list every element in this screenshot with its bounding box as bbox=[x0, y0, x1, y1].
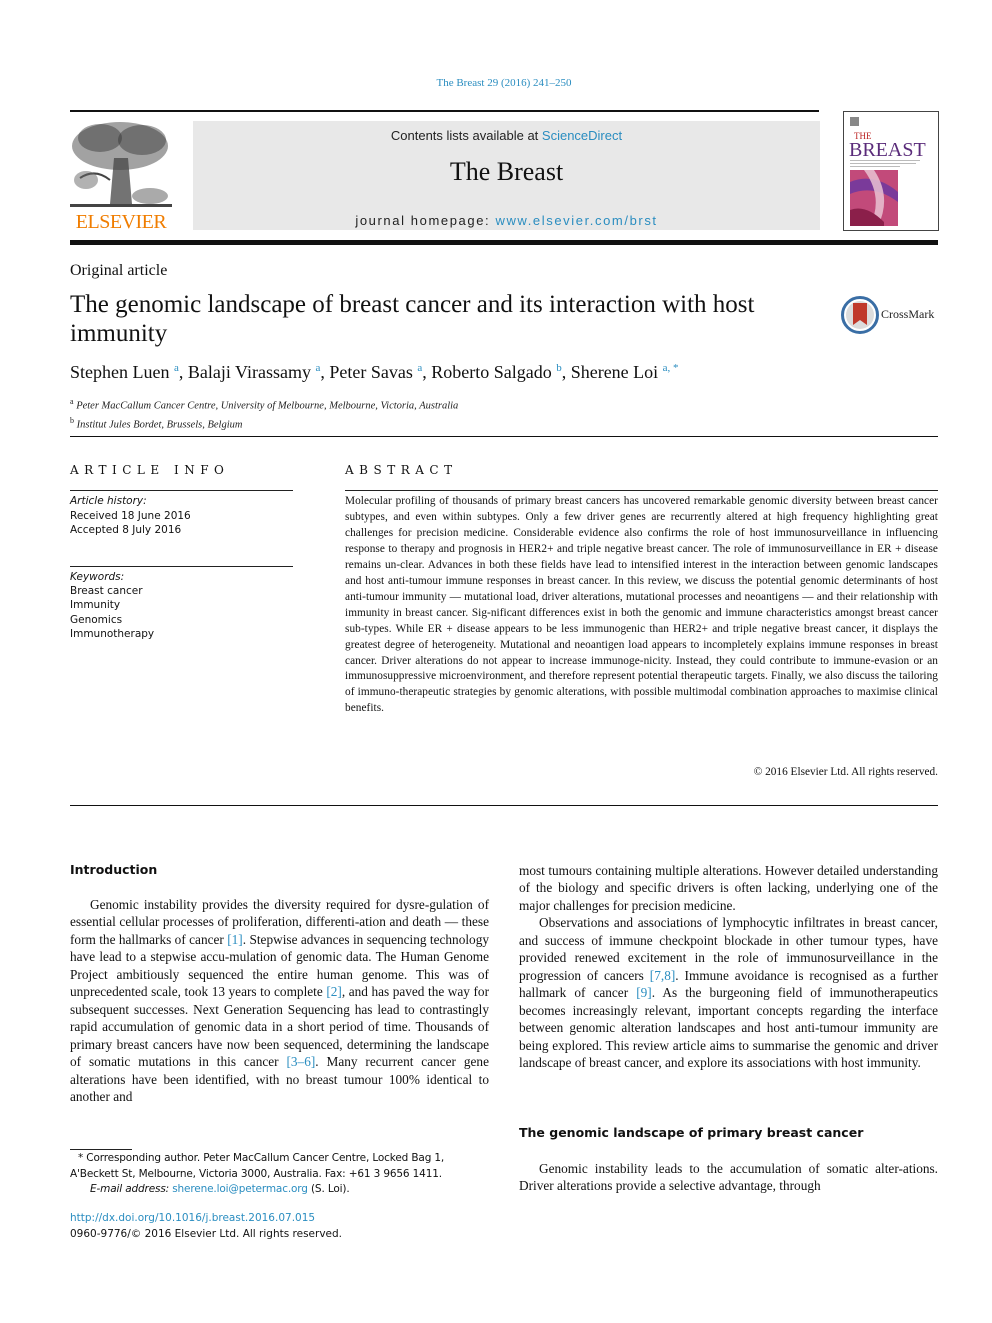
author-affil-mark[interactable]: a bbox=[315, 362, 320, 374]
author-affil-mark[interactable]: a, * bbox=[663, 362, 679, 374]
sciencedirect-link[interactable]: ScienceDirect bbox=[542, 128, 622, 143]
author[interactable]: Peter Savas a bbox=[329, 362, 422, 382]
footnotes: * Corresponding author. Peter MacCallum … bbox=[70, 1151, 489, 1198]
history-label: Article history: bbox=[70, 495, 147, 507]
paragraph: Genomic instability leads to the accumul… bbox=[519, 1161, 938, 1194]
contents-line: Contents lists available at ScienceDirec… bbox=[193, 128, 820, 143]
keyword: Immunity bbox=[70, 599, 121, 612]
homepage-link[interactable]: www.elsevier.com/brst bbox=[495, 213, 657, 228]
keywords: Keywords: Breast cancer Immunity Genomic… bbox=[70, 570, 154, 641]
body-column-right-continued: Genomic instability leads to the accumul… bbox=[519, 1160, 938, 1195]
keywords-rule bbox=[70, 566, 293, 567]
keyword: Breast cancer bbox=[70, 585, 143, 598]
title-rule bbox=[70, 436, 938, 437]
affiliations: a Peter MacCallum Cancer Centre, Univers… bbox=[70, 395, 458, 432]
citation-link[interactable]: [3–6] bbox=[286, 1054, 315, 1069]
affiliation: a Peter MacCallum Cancer Centre, Univers… bbox=[70, 395, 458, 414]
citation-link[interactable]: [7,8] bbox=[650, 968, 675, 983]
author-name: Peter Savas bbox=[329, 362, 413, 382]
elsevier-wordmark: ELSEVIER bbox=[75, 211, 167, 233]
abstract-text: Molecular profiling of thousands of prim… bbox=[345, 495, 938, 715]
affiliation: b Institut Jules Bordet, Brussels, Belgi… bbox=[70, 414, 458, 433]
homepage-prefix: journal homepage: bbox=[355, 213, 496, 228]
abstract-copyright: © 2016 Elsevier Ltd. All rights reserved… bbox=[753, 766, 938, 778]
author[interactable]: Sherene Loi a, * bbox=[571, 362, 679, 382]
abstract-rule bbox=[345, 490, 938, 491]
keyword: Genomics bbox=[70, 613, 123, 626]
doi-link[interactable]: http://dx.doi.org/10.1016/j.breast.2016.… bbox=[70, 1211, 342, 1227]
citation-link[interactable]: [9] bbox=[636, 985, 652, 1000]
journal-cover-thumbnail[interactable]: THE BREAST bbox=[843, 111, 939, 231]
section-heading-introduction: Introduction bbox=[70, 862, 158, 877]
journal-name: The Breast bbox=[449, 157, 564, 186]
crossmark-icon bbox=[841, 296, 879, 334]
author-name: Stephen Luen bbox=[70, 362, 170, 382]
doi-block: http://dx.doi.org/10.1016/j.breast.2016.… bbox=[70, 1211, 342, 1242]
author-affil-mark[interactable]: b bbox=[556, 362, 562, 374]
author[interactable]: Stephen Luen a bbox=[70, 362, 179, 382]
affiliation-key: b bbox=[70, 415, 74, 425]
section-heading-genomic-landscape: The genomic landscape of primary breast … bbox=[519, 1125, 864, 1140]
affiliation-text: Peter MacCallum Cancer Centre, Universit… bbox=[76, 400, 459, 412]
crossmark-label: CrossMark bbox=[881, 307, 935, 321]
author-name: Sherene Loi bbox=[570, 362, 659, 382]
journal-cover-image: THE BREAST bbox=[849, 117, 926, 226]
article-type: Original article bbox=[70, 262, 168, 279]
paragraph: Observations and associations of lymphoc… bbox=[519, 914, 938, 1071]
article-info-heading: ARTICLE INFO bbox=[70, 463, 230, 477]
journal-citation[interactable]: The Breast 29 (2016) 241–250 bbox=[0, 77, 992, 89]
author-name: Roberto Salgado bbox=[431, 362, 552, 382]
keywords-label: Keywords: bbox=[70, 571, 125, 583]
crossmark-button[interactable]: CrossMark bbox=[841, 296, 941, 334]
footnote-rule bbox=[70, 1149, 132, 1150]
article-info-rule bbox=[70, 490, 293, 491]
article-history: Article history: Received 18 June 2016 A… bbox=[70, 494, 191, 538]
email-note: E-mail address: sherene.loi@petermac.org… bbox=[70, 1182, 489, 1198]
header-thick-rule bbox=[70, 240, 938, 245]
body-column-left: Genomic instability provides the diversi… bbox=[70, 896, 489, 1105]
journal-banner: Contents lists available at ScienceDirec… bbox=[193, 121, 820, 230]
citation-link[interactable]: [2] bbox=[326, 984, 342, 999]
contents-prefix: Contents lists available at bbox=[390, 128, 542, 143]
author-list: Stephen Luen a, Balaji Virassamy a, Pete… bbox=[70, 362, 679, 382]
author-affil-mark[interactable]: a bbox=[174, 362, 179, 374]
body-column-right: most tumours containing multiple alterat… bbox=[519, 862, 938, 1071]
citation-link[interactable]: [1] bbox=[227, 932, 243, 947]
homepage-line: journal homepage: www.elsevier.com/brst bbox=[193, 213, 820, 228]
affiliation-text: Institut Jules Bordet, Brussels, Belgium bbox=[76, 419, 243, 430]
author[interactable]: Balaji Virassamy a bbox=[188, 362, 320, 382]
paragraph: most tumours containing multiple alterat… bbox=[519, 863, 938, 913]
author-affil-mark[interactable]: a bbox=[417, 362, 422, 374]
email-link[interactable]: sherene.loi@petermac.org bbox=[172, 1183, 308, 1195]
author-name: Balaji Virassamy bbox=[187, 362, 311, 382]
corresponding-author-note: * Corresponding author. Peter MacCallum … bbox=[70, 1152, 445, 1180]
abstract-end-rule bbox=[70, 805, 938, 806]
abstract-heading: ABSTRACT bbox=[345, 463, 458, 477]
paragraph: Genomic instability provides the diversi… bbox=[70, 896, 489, 1105]
keyword: Immunotherapy bbox=[70, 627, 155, 640]
cover-title-large: BREAST bbox=[849, 139, 926, 161]
received-date: Received 18 June 2016 bbox=[70, 509, 191, 522]
accepted-date: Accepted 8 July 2016 bbox=[70, 524, 182, 536]
article-title: The genomic landscape of breast cancer a… bbox=[70, 291, 755, 347]
elsevier-tree-icon bbox=[70, 118, 172, 210]
email-suffix: (S. Loi). bbox=[307, 1183, 350, 1195]
header-rule bbox=[70, 110, 819, 112]
author[interactable]: Roberto Salgado b bbox=[431, 362, 561, 382]
affiliation-key: a bbox=[70, 397, 74, 406]
issn-copyright: 0960-9776/© 2016 Elsevier Ltd. All right… bbox=[70, 1227, 343, 1240]
email-label: E-mail address: bbox=[90, 1183, 173, 1195]
